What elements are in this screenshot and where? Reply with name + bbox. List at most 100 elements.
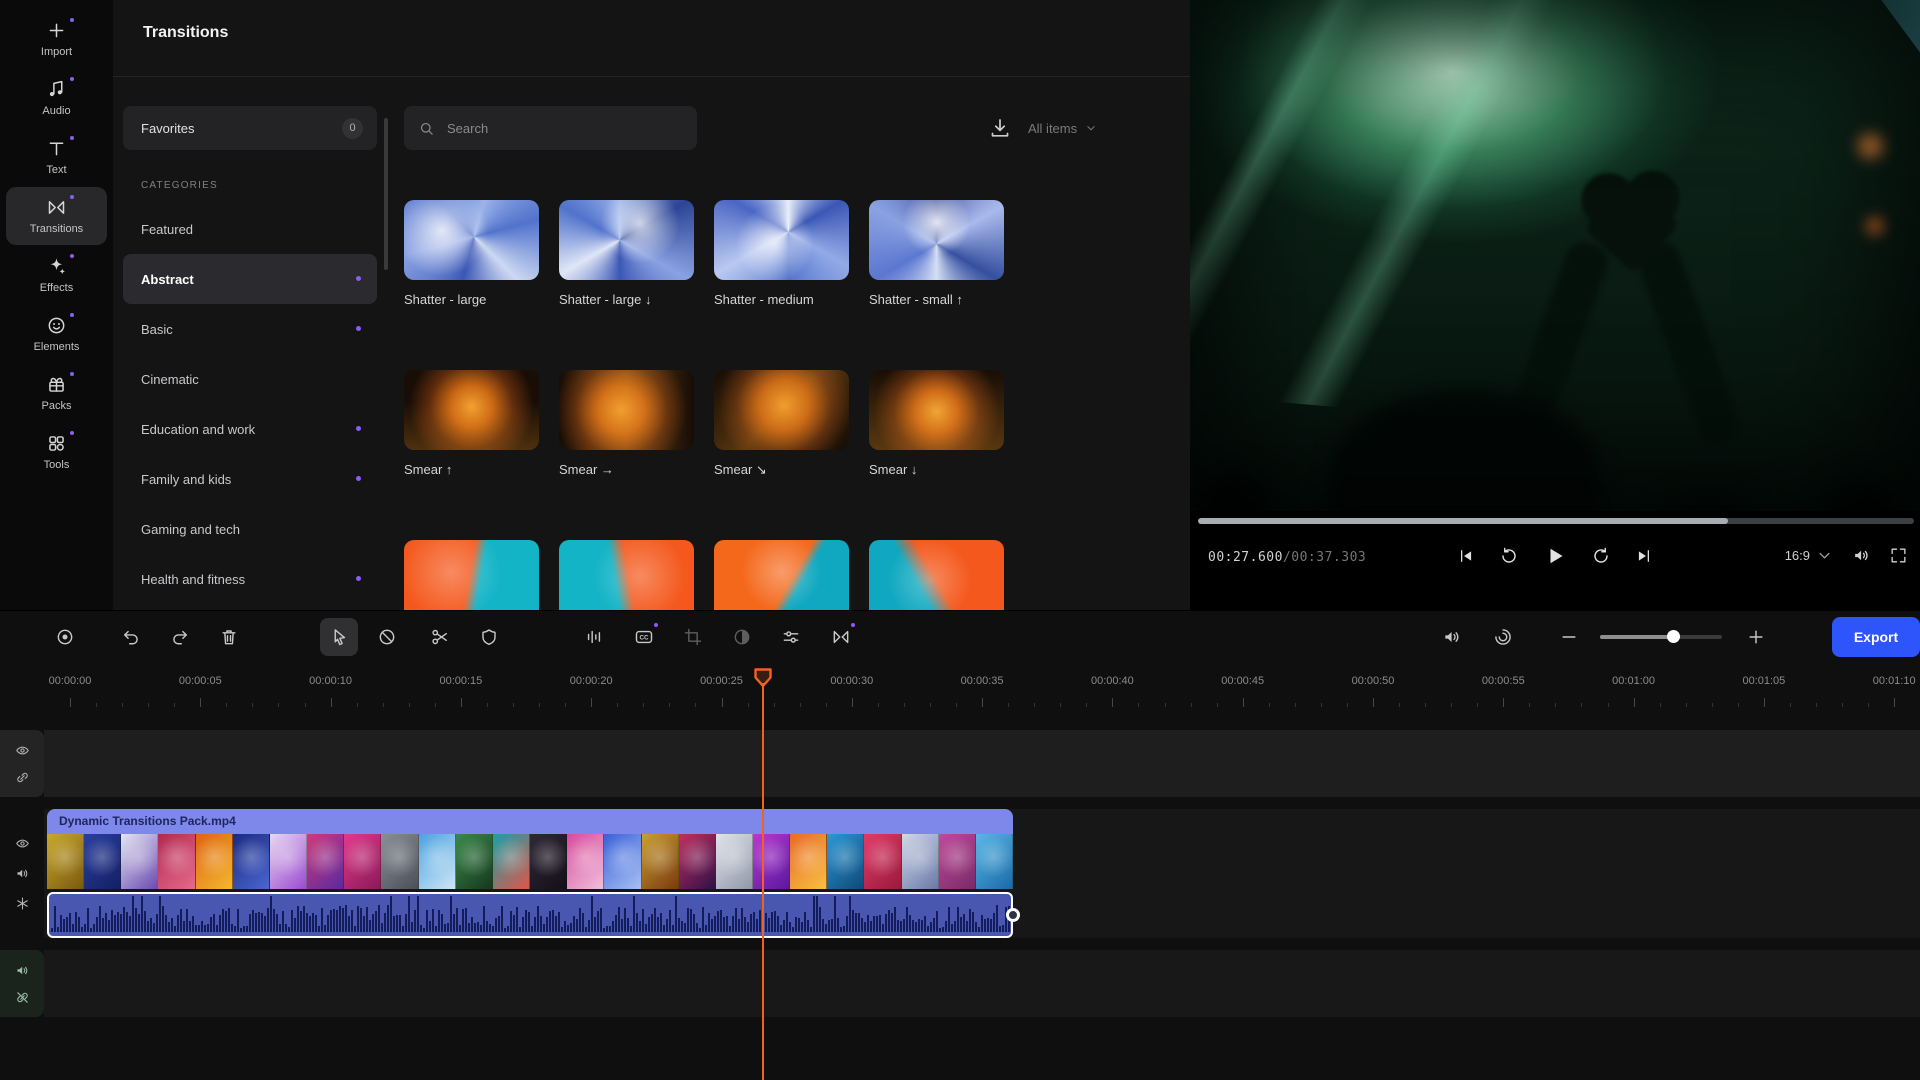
favorites-item[interactable]: Favorites 0	[123, 106, 377, 150]
category-item-cinematic[interactable]: Cinematic	[123, 354, 377, 404]
filter-dropdown[interactable]: All items	[1028, 113, 1098, 143]
category-item-basic[interactable]: Basic	[123, 304, 377, 354]
transition-thumbnail[interactable]	[869, 200, 1004, 280]
transition-item[interactable]	[559, 540, 694, 610]
zoom-out-button[interactable]	[1550, 618, 1588, 656]
sticker-tool-button[interactable]	[1484, 618, 1522, 656]
crop-button[interactable]	[674, 618, 712, 656]
waveform-bar	[849, 896, 851, 932]
transition-item[interactable]: Smear ↘	[714, 370, 849, 478]
category-item-gaming-and-tech[interactable]: Gaming and tech	[123, 504, 377, 554]
record-button[interactable]	[46, 618, 84, 656]
transition-thumbnail[interactable]	[559, 200, 694, 280]
captions-button[interactable]: CC	[625, 618, 663, 656]
preview-progress-bar[interactable]	[1198, 518, 1914, 524]
eye-icon[interactable]	[15, 743, 30, 758]
redo-button[interactable]	[161, 618, 199, 656]
transition-item[interactable]	[714, 540, 849, 610]
zoom-in-button[interactable]	[1737, 618, 1775, 656]
waveform-bar	[750, 914, 752, 932]
sidebar-item-audio[interactable]: Audio	[6, 69, 107, 127]
rewind-button[interactable]	[1499, 546, 1519, 566]
transition-item[interactable]	[869, 540, 1004, 610]
timeline-ruler[interactable]: 00:00:0000:00:0500:00:1000:00:1500:00:20…	[0, 661, 1920, 715]
transition-item[interactable]: Smear →	[559, 370, 694, 477]
audio-clip[interactable]	[47, 892, 1013, 938]
contrast-button[interactable]	[723, 618, 761, 656]
speaker-icon[interactable]	[15, 866, 30, 881]
transition-item[interactable]: Shatter - medium	[714, 200, 849, 307]
timeline-audio-button[interactable]	[1433, 618, 1471, 656]
playhead-marker[interactable]	[753, 667, 773, 689]
transition-item[interactable]: Shatter - small ↑	[869, 200, 1004, 307]
transition-thumbnail[interactable]	[559, 370, 694, 450]
clip-resize-handle[interactable]	[1006, 908, 1020, 922]
category-item-family-and-kids[interactable]: Family and kids	[123, 454, 377, 504]
transition-thumbnail[interactable]	[869, 370, 1004, 450]
sidebar-item-transitions[interactable]: Transitions	[6, 187, 107, 245]
overlay-track-header	[0, 730, 44, 797]
audio-levels-button[interactable]	[575, 618, 613, 656]
disable-tool-button[interactable]	[368, 618, 406, 656]
category-item-education-and-work[interactable]: Education and work	[123, 404, 377, 454]
snowflake-icon[interactable]	[15, 896, 30, 911]
sidebar-item-text[interactable]: Text	[6, 128, 107, 186]
aspect-ratio-dropdown[interactable]: 16:9	[1785, 546, 1834, 565]
track-lane-audio[interactable]	[44, 950, 1920, 1017]
sidebar-item-import[interactable]: Import	[6, 10, 107, 68]
zoom-slider-knob[interactable]	[1667, 630, 1680, 643]
skip-to-end-button[interactable]	[1635, 547, 1653, 565]
category-item-featured[interactable]: Featured	[123, 204, 377, 254]
video-preview[interactable]	[1190, 0, 1920, 511]
link-icon[interactable]	[15, 770, 30, 785]
fullscreen-icon[interactable]	[1889, 546, 1908, 565]
delete-button[interactable]	[210, 618, 248, 656]
download-icon[interactable]	[988, 116, 1012, 140]
waveform-bar	[513, 915, 515, 932]
skip-to-start-button[interactable]	[1457, 547, 1475, 565]
search-box[interactable]	[404, 106, 697, 150]
transition-tool-button[interactable]	[822, 618, 860, 656]
category-item-health-and-fitness[interactable]: Health and fitness	[123, 554, 377, 604]
track-lane-overlay[interactable]	[44, 730, 1920, 797]
export-button[interactable]: Export	[1832, 617, 1920, 657]
transition-item[interactable]: Smear ↑	[404, 370, 539, 477]
transition-thumbnail[interactable]	[869, 540, 1004, 610]
undo-button[interactable]	[112, 618, 150, 656]
transition-item[interactable]: Smear ↓	[869, 370, 1004, 477]
transition-thumbnail[interactable]	[404, 370, 539, 450]
volume-icon[interactable]	[1852, 546, 1871, 565]
adjust-button[interactable]	[772, 618, 810, 656]
play-button[interactable]	[1543, 544, 1567, 568]
transition-thumbnail[interactable]	[714, 370, 849, 450]
link-off-icon[interactable]	[15, 990, 30, 1005]
speaker-icon[interactable]	[15, 963, 30, 978]
eye-icon[interactable]	[15, 836, 30, 851]
mask-button[interactable]	[470, 618, 508, 656]
ruler-tick	[435, 703, 436, 707]
transition-item[interactable]	[404, 540, 539, 610]
waveform-bar	[678, 918, 680, 932]
transition-thumbnail[interactable]	[404, 200, 539, 280]
waveform-bar	[792, 927, 794, 932]
sidebar-item-effects[interactable]: Effects	[6, 246, 107, 304]
transition-thumbnail[interactable]	[559, 540, 694, 610]
sidebar-item-tools[interactable]: Tools	[6, 423, 107, 481]
video-clip[interactable]: Dynamic Transitions Pack.mp4	[47, 809, 1013, 889]
transition-item[interactable]: Shatter - large	[404, 200, 539, 307]
categories-scrollbar[interactable]	[384, 118, 388, 270]
sidebar-item-packs[interactable]: Packs	[6, 364, 107, 422]
category-item-abstract[interactable]: Abstract	[123, 254, 377, 304]
transition-thumbnail[interactable]	[714, 540, 849, 610]
transition-thumbnail[interactable]	[714, 200, 849, 280]
forward-button[interactable]	[1591, 546, 1611, 566]
transition-item[interactable]: Shatter - large ↓	[559, 200, 694, 307]
transition-thumbnail[interactable]	[404, 540, 539, 610]
playhead-line[interactable]	[762, 683, 764, 1080]
sidebar-item-elements[interactable]: Elements	[6, 305, 107, 363]
split-button[interactable]	[421, 618, 459, 656]
zoom-slider[interactable]	[1600, 635, 1722, 639]
select-tool-button[interactable]	[320, 618, 358, 656]
search-input[interactable]	[445, 120, 655, 137]
ruler-tick	[722, 698, 723, 707]
